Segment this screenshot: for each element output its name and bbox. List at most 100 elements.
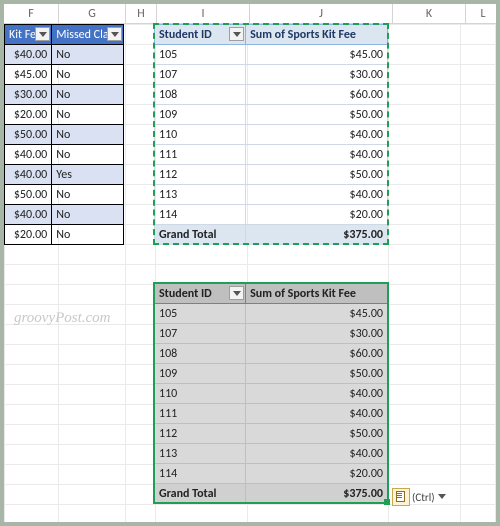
pivot-header-student-id[interactable]: Student ID xyxy=(155,25,246,45)
table-row[interactable]: $50.00No xyxy=(5,185,124,205)
data-table-kit-fee[interactable]: Kit Fee Missed Class $40.00No$45.00No$30… xyxy=(4,24,124,245)
cell-sum[interactable]: $60.00 xyxy=(246,344,388,364)
cell-sum[interactable]: $50.00 xyxy=(246,165,388,185)
chevron-down-icon[interactable] xyxy=(438,493,446,501)
cell-missed[interactable]: No xyxy=(52,225,124,245)
header-kit-fee[interactable]: Kit Fee xyxy=(5,25,52,45)
table-row[interactable]: 108$60.00 xyxy=(155,344,388,364)
col-header-I[interactable]: I xyxy=(157,4,250,24)
cell-student-id[interactable]: 112 xyxy=(155,165,246,185)
table-row[interactable]: 114$20.00 xyxy=(155,205,388,225)
cell-sum[interactable]: $60.00 xyxy=(246,85,388,105)
cell-student-id[interactable]: 113 xyxy=(155,444,246,464)
cell-sum[interactable]: $50.00 xyxy=(246,105,388,125)
table-row[interactable]: $40.00No xyxy=(5,205,124,225)
cell-kit-fee[interactable]: $50.00 xyxy=(5,125,52,145)
cell-sum[interactable]: $40.00 xyxy=(246,145,388,165)
table-row[interactable]: $40.00No xyxy=(5,145,124,165)
cell-missed[interactable]: No xyxy=(52,185,124,205)
cell-sum[interactable]: $20.00 xyxy=(246,205,388,225)
cell-sum[interactable]: $20.00 xyxy=(246,464,388,484)
cell-kit-fee[interactable]: $40.00 xyxy=(5,205,52,225)
table-row[interactable]: $20.00No xyxy=(5,105,124,125)
table-row[interactable]: $45.00No xyxy=(5,65,124,85)
cell-kit-fee[interactable]: $20.00 xyxy=(5,225,52,245)
grand-total-label[interactable]: Grand Total xyxy=(155,484,246,504)
col-header-L[interactable]: L xyxy=(466,4,500,24)
table-row[interactable]: 112$50.00 xyxy=(155,424,388,444)
grand-total-row[interactable]: Grand Total$375.00 xyxy=(155,225,388,245)
table-row[interactable]: 107$30.00 xyxy=(155,65,388,85)
cell-student-id[interactable]: 112 xyxy=(155,424,246,444)
table-row[interactable]: $30.00No xyxy=(5,85,124,105)
grand-total-value[interactable]: $375.00 xyxy=(246,225,388,245)
paste-options-smart-tag[interactable]: (Ctrl) xyxy=(392,488,446,506)
cell-student-id[interactable]: 108 xyxy=(155,344,246,364)
cell-kit-fee[interactable]: $30.00 xyxy=(5,85,52,105)
col-header-H[interactable]: H xyxy=(126,4,157,24)
cell-sum[interactable]: $40.00 xyxy=(246,185,388,205)
cell-missed[interactable]: No xyxy=(52,205,124,225)
cell-student-id[interactable]: 105 xyxy=(155,45,246,65)
col-header-K[interactable]: K xyxy=(393,4,466,24)
table-row[interactable]: 113$40.00 xyxy=(155,185,388,205)
pasted-header-student-id[interactable]: Student ID xyxy=(155,284,246,304)
cell-kit-fee[interactable]: $40.00 xyxy=(5,45,52,65)
pivot-header-sum[interactable]: Sum of Sports Kit Fee xyxy=(246,25,388,45)
table-row[interactable]: $40.00No xyxy=(5,45,124,65)
filter-dropdown-icon[interactable] xyxy=(107,27,122,41)
cell-student-id[interactable]: 107 xyxy=(155,65,246,85)
cell-student-id[interactable]: 110 xyxy=(155,384,246,404)
cell-sum[interactable]: $30.00 xyxy=(246,65,388,85)
grand-total-row[interactable]: Grand Total$375.00 xyxy=(155,484,388,504)
cell-missed[interactable]: No xyxy=(52,105,124,125)
table-row[interactable]: 109$50.00 xyxy=(155,364,388,384)
table-row[interactable]: 113$40.00 xyxy=(155,444,388,464)
table-row[interactable]: 105$45.00 xyxy=(155,45,388,65)
table-row[interactable]: 109$50.00 xyxy=(155,105,388,125)
cell-sum[interactable]: $30.00 xyxy=(246,324,388,344)
table-row[interactable]: $20.00No xyxy=(5,225,124,245)
cell-student-id[interactable]: 111 xyxy=(155,404,246,424)
table-row[interactable]: 112$50.00 xyxy=(155,165,388,185)
table-row[interactable]: $50.00No xyxy=(5,125,124,145)
table-row[interactable]: $40.00Yes xyxy=(5,165,124,185)
pasted-header-sum[interactable]: Sum of Sports Kit Fee xyxy=(246,284,388,304)
col-header-J[interactable]: J xyxy=(250,4,393,24)
cell-student-id[interactable]: 114 xyxy=(155,464,246,484)
pivot-table[interactable]: Student ID Sum of Sports Kit Fee 105$45.… xyxy=(154,24,388,245)
col-header-F[interactable]: F xyxy=(4,4,59,24)
cell-kit-fee[interactable]: $40.00 xyxy=(5,145,52,165)
cell-missed[interactable]: No xyxy=(52,65,124,85)
cell-sum[interactable]: $50.00 xyxy=(246,364,388,384)
cell-sum[interactable]: $50.00 xyxy=(246,424,388,444)
cell-missed[interactable]: No xyxy=(52,45,124,65)
table-row[interactable]: 108$60.00 xyxy=(155,85,388,105)
cell-student-id[interactable]: 109 xyxy=(155,105,246,125)
grand-total-value[interactable]: $375.00 xyxy=(246,484,388,504)
col-header-G[interactable]: G xyxy=(59,4,126,24)
table-row[interactable]: 107$30.00 xyxy=(155,324,388,344)
table-row[interactable]: 110$40.00 xyxy=(155,384,388,404)
pasted-table[interactable]: Student ID Sum of Sports Kit Fee 105$45.… xyxy=(154,283,388,504)
header-missed-class[interactable]: Missed Class xyxy=(52,25,124,45)
table-row[interactable]: 110$40.00 xyxy=(155,125,388,145)
filter-dropdown-icon[interactable] xyxy=(35,27,50,41)
cell-missed[interactable]: No xyxy=(52,125,124,145)
cell-student-id[interactable]: 110 xyxy=(155,125,246,145)
cell-student-id[interactable]: 105 xyxy=(155,304,246,324)
cell-student-id[interactable]: 114 xyxy=(155,205,246,225)
grand-total-label[interactable]: Grand Total xyxy=(155,225,246,245)
cell-sum[interactable]: $40.00 xyxy=(246,404,388,424)
filter-dropdown-icon[interactable] xyxy=(229,286,244,300)
table-row[interactable]: 111$40.00 xyxy=(155,404,388,424)
cell-student-id[interactable]: 113 xyxy=(155,185,246,205)
cell-kit-fee[interactable]: $40.00 xyxy=(5,165,52,185)
cell-kit-fee[interactable]: $20.00 xyxy=(5,105,52,125)
cell-missed[interactable]: No xyxy=(52,145,124,165)
cell-sum[interactable]: $40.00 xyxy=(246,125,388,145)
spreadsheet-viewport[interactable]: F G H I J K L Kit Fee Missed Class $40.0… xyxy=(0,0,500,526)
cell-missed[interactable]: Yes xyxy=(52,165,124,185)
cell-sum[interactable]: $45.00 xyxy=(246,304,388,324)
table-row[interactable]: 111$40.00 xyxy=(155,145,388,165)
